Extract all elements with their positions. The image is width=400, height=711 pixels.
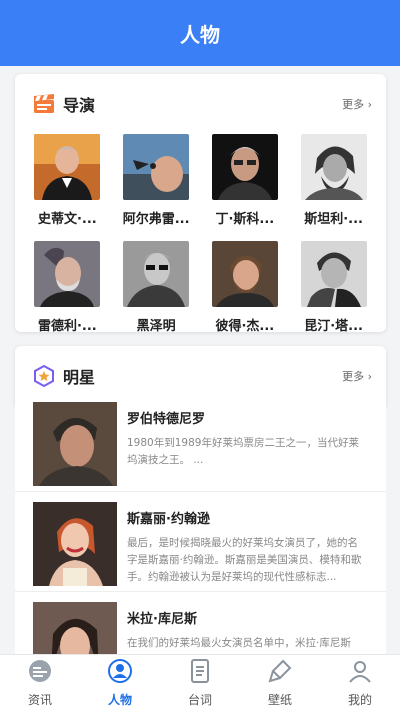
news-icon: [27, 658, 53, 688]
star-item[interactable]: 罗伯特德尼罗 1980年到1989年好莱坞票房二王之一，当代好莱坞演技之王。 .…: [15, 392, 386, 492]
director-photo: [300, 134, 367, 200]
director-name: 黑泽明: [136, 319, 176, 334]
directors-card: 导演 更多 › 史蒂文·... 阿尔弗雷... 丁·斯科... 斯坦利·...: [15, 74, 386, 334]
tab-label: 我的: [347, 693, 372, 707]
director-item[interactable]: 斯坦利·...: [289, 134, 378, 227]
star-description: 最后，是时候揭晓最火的好莱坞女演员了，她的名字是斯嘉丽·约翰逊。斯嘉丽是美国演员…: [127, 537, 362, 583]
star-photo: [33, 502, 117, 586]
star-badge-icon: [33, 364, 55, 388]
director-name: 昆汀·塔...: [304, 319, 363, 334]
tab-mine[interactable]: 我的: [320, 655, 400, 711]
director-photo: [211, 241, 278, 307]
director-photo: [300, 241, 367, 307]
stars-more-link[interactable]: 更多 ›: [342, 368, 372, 384]
directors-title: 导演: [63, 96, 96, 115]
tab-lines[interactable]: 台词: [160, 655, 240, 711]
director-photo: [34, 134, 101, 200]
stars-title: 明星: [63, 368, 96, 387]
tab-label: 台词: [187, 693, 212, 707]
director-item[interactable]: 雷德利·...: [23, 241, 112, 334]
director-photo: [123, 134, 190, 200]
director-name: 雷德利·...: [37, 319, 97, 334]
director-item[interactable]: 彼得·杰...: [201, 241, 290, 334]
stars-list: 罗伯特德尼罗 1980年到1989年好莱坞票房二王之一，当代好莱坞演技之王。 .…: [15, 392, 386, 692]
more-label: 更多: [342, 370, 365, 383]
directors-more-link[interactable]: 更多 ›: [342, 96, 372, 112]
star-item[interactable]: 斯嘉丽·约翰逊 最后，是时候揭晓最火的好莱坞女演员了，她的名字是斯嘉丽·约翰逊。…: [15, 492, 386, 592]
user-icon: [347, 658, 373, 688]
director-item[interactable]: 阿尔弗雷...: [112, 134, 201, 227]
document-icon: [187, 658, 213, 688]
director-name: 彼得·杰...: [215, 319, 275, 334]
clapperboard-icon: [33, 93, 55, 115]
directors-header: 导演 更多 ›: [15, 74, 386, 134]
director-name: 斯坦利·...: [304, 212, 363, 227]
chevron-right-icon: ›: [367, 98, 372, 111]
tab-label: 人物: [107, 693, 132, 707]
brush-icon: [267, 658, 293, 688]
director-item[interactable]: 黑泽明: [112, 241, 201, 334]
tab-label: 壁纸: [267, 693, 292, 707]
director-photo: [123, 241, 190, 307]
app-header: 人物: [0, 0, 400, 66]
director-name: 阿尔弗雷...: [122, 212, 190, 227]
tab-label: 资讯: [27, 693, 52, 707]
bottom-tab-bar: 资讯 人物 台词 壁纸 我的: [0, 654, 400, 711]
star-name: 罗伯特德尼罗: [127, 412, 206, 427]
star-description: 1980年到1989年好莱坞票房二王之一，当代好莱坞演技之王。 ...: [127, 437, 359, 466]
tab-people[interactable]: 人物: [80, 655, 160, 711]
star-name: 米拉·库尼斯: [127, 612, 197, 627]
tab-wallpaper[interactable]: 壁纸: [240, 655, 320, 711]
tab-news[interactable]: 资讯: [0, 655, 80, 711]
director-item[interactable]: 丁·斯科...: [201, 134, 290, 227]
directors-grid: 史蒂文·... 阿尔弗雷... 丁·斯科... 斯坦利·... 雷德利·...: [15, 134, 386, 334]
director-name: 史蒂文·...: [37, 212, 97, 227]
star-photo: [33, 402, 117, 486]
director-item[interactable]: 史蒂文·...: [23, 134, 112, 227]
more-label: 更多: [342, 98, 365, 111]
director-name: 丁·斯科...: [215, 212, 275, 227]
director-item[interactable]: 昆汀·塔...: [289, 241, 378, 334]
director-photo: [211, 134, 278, 200]
page-title: 人物: [180, 22, 220, 47]
chevron-right-icon: ›: [367, 370, 372, 383]
person-icon: [107, 658, 133, 688]
director-photo: [34, 241, 101, 307]
star-name: 斯嘉丽·约翰逊: [127, 512, 210, 527]
